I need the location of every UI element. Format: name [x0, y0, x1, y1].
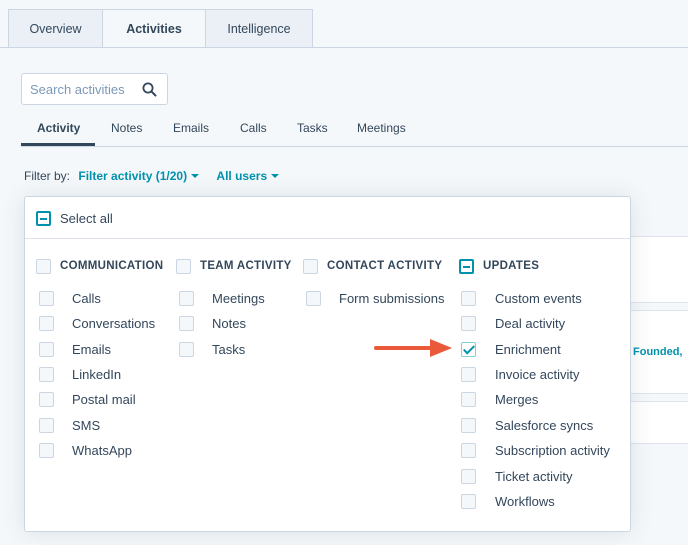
deal-activity-checkbox[interactable] — [461, 316, 476, 331]
contact-activity-checkbox[interactable] — [303, 259, 318, 274]
tabs-divider — [0, 47, 688, 48]
updates-checkbox[interactable] — [459, 259, 474, 274]
option-conversations[interactable]: Conversations — [72, 316, 155, 331]
search-placeholder: Search activities — [30, 82, 125, 97]
annotation-arrow-icon — [374, 339, 452, 357]
select-all-row[interactable]: Select all — [25, 197, 630, 239]
whatsapp-checkbox[interactable] — [39, 443, 54, 458]
subscription-activity-checkbox[interactable] — [461, 443, 476, 458]
tab-activities[interactable]: Activities — [103, 9, 206, 48]
filter-label: Filter by: — [24, 169, 71, 183]
meetings-checkbox[interactable] — [179, 291, 194, 306]
salesforce-syncs-checkbox[interactable] — [461, 418, 476, 433]
ticket-activity-checkbox[interactable] — [461, 469, 476, 484]
workflows-checkbox[interactable] — [461, 494, 476, 509]
sms-checkbox[interactable] — [39, 418, 54, 433]
users-label: All users — [216, 169, 268, 183]
tab-emails[interactable]: Emails — [173, 121, 209, 135]
custom-events-checkbox[interactable] — [461, 291, 476, 306]
tab-intelligence[interactable]: Intelligence — [206, 9, 313, 48]
option-notes[interactable]: Notes — [212, 316, 246, 331]
group-header-updates: UPDATES — [483, 260, 540, 272]
users-dropdown[interactable]: All users — [216, 169, 280, 183]
linkedin-checkbox[interactable] — [39, 367, 54, 382]
select-all-checkbox[interactable] — [36, 211, 51, 226]
group-header-contact-activity: CONTACT ACTIVITY — [327, 260, 443, 272]
option-deal-activity[interactable]: Deal activity — [495, 316, 565, 331]
notes-checkbox[interactable] — [179, 316, 194, 331]
group-header-communication: COMMUNICATION — [60, 260, 164, 272]
option-enrichment[interactable]: Enrichment — [495, 342, 561, 357]
filter-activity-dropdown[interactable]: Filter activity (1/20) — [78, 169, 200, 183]
tasks-checkbox[interactable] — [179, 342, 194, 357]
option-linkedin[interactable]: LinkedIn — [72, 367, 121, 382]
option-workflows[interactable]: Workflows — [495, 494, 555, 509]
emails-checkbox[interactable] — [39, 342, 54, 357]
conversations-checkbox[interactable] — [39, 316, 54, 331]
tab-meetings[interactable]: Meetings — [357, 121, 406, 135]
option-merges[interactable]: Merges — [495, 392, 538, 407]
filter-activity-menu: Select all COMMUNICATION TEAM ACTIVITY C… — [24, 196, 631, 532]
search-input[interactable]: Search activities — [21, 73, 168, 105]
tab-notes[interactable]: Notes — [111, 121, 142, 135]
option-emails[interactable]: Emails — [72, 342, 111, 357]
option-meetings[interactable]: Meetings — [212, 291, 265, 306]
merges-checkbox[interactable] — [461, 392, 476, 407]
option-subscription-activity[interactable]: Subscription activity — [495, 443, 610, 458]
option-calls[interactable]: Calls — [72, 291, 101, 306]
record-tabs: Overview Activities Intelligence — [8, 9, 313, 48]
group-header-team-activity: TEAM ACTIVITY — [200, 260, 292, 272]
option-invoice-activity[interactable]: Invoice activity — [495, 367, 580, 382]
active-tab-indicator — [21, 143, 95, 146]
option-form-submissions[interactable]: Form submissions — [339, 291, 444, 306]
tab-calls[interactable]: Calls — [240, 121, 267, 135]
enrichment-checkbox[interactable] — [461, 342, 476, 357]
team-activity-checkbox[interactable] — [176, 259, 191, 274]
select-all-label: Select all — [60, 211, 113, 226]
activity-type-tabs: Activity Notes Emails Calls Tasks Meetin… — [21, 113, 688, 147]
tab-activity[interactable]: Activity — [37, 121, 80, 135]
calls-checkbox[interactable] — [39, 291, 54, 306]
activity-card-text: Founded, — [633, 346, 683, 358]
form-submissions-checkbox[interactable] — [306, 291, 321, 306]
tab-overview[interactable]: Overview — [8, 9, 103, 48]
filter-bar: Filter by: Filter activity (1/20) All us… — [24, 169, 280, 183]
search-icon[interactable] — [142, 82, 157, 97]
option-whatsapp[interactable]: WhatsApp — [72, 443, 132, 458]
option-postal-mail[interactable]: Postal mail — [72, 392, 136, 407]
option-tasks[interactable]: Tasks — [212, 342, 245, 357]
filter-activity-label: Filter activity (1/20) — [78, 169, 188, 183]
caret-down-icon — [191, 174, 200, 178]
option-ticket-activity[interactable]: Ticket activity — [495, 469, 573, 484]
option-sms[interactable]: SMS — [72, 418, 100, 433]
caret-down-icon — [271, 174, 280, 178]
postal-mail-checkbox[interactable] — [39, 392, 54, 407]
invoice-activity-checkbox[interactable] — [461, 367, 476, 382]
tab-tasks[interactable]: Tasks — [297, 121, 328, 135]
option-salesforce-syncs[interactable]: Salesforce syncs — [495, 418, 593, 433]
option-custom-events[interactable]: Custom events — [495, 291, 582, 306]
communication-checkbox[interactable] — [36, 259, 51, 274]
